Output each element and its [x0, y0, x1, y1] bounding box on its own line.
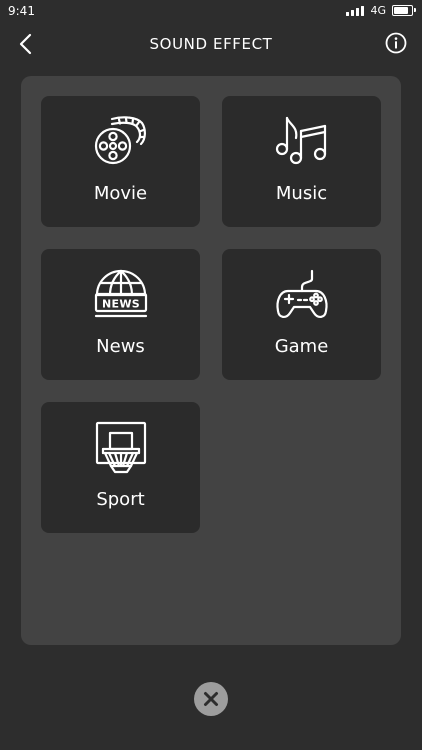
effect-tile-news[interactable]: NEWS News	[41, 249, 200, 380]
effect-tile-music[interactable]: Music	[222, 96, 381, 227]
page-title: SOUND EFFECT	[149, 35, 273, 53]
network-label: 4G	[370, 4, 386, 17]
sound-effect-panel: Movie Music NEWS News Game Sport	[21, 76, 401, 645]
screen: 9:41 4G SOUND EFFECT Movie Music NEWS Ne…	[0, 0, 422, 750]
gamepad-icon	[274, 267, 330, 323]
effect-label-sport: Sport	[96, 489, 145, 510]
film-reel-icon	[93, 114, 149, 170]
status-bar: 9:41 4G	[0, 0, 422, 22]
status-time: 9:41	[8, 4, 35, 18]
info-button[interactable]	[384, 31, 408, 55]
signal-icon	[346, 5, 365, 16]
effect-label-game: Game	[274, 336, 329, 357]
effect-label-news: News	[96, 336, 145, 357]
effect-tile-sport[interactable]: Sport	[41, 402, 200, 533]
info-circle-icon	[385, 32, 407, 54]
battery-level	[394, 7, 408, 14]
effect-tile-game[interactable]: Game	[222, 249, 381, 380]
close-icon	[204, 692, 218, 706]
effect-label-movie: Movie	[93, 183, 148, 204]
close-button[interactable]	[194, 682, 228, 716]
svg-text:NEWS: NEWS	[102, 298, 140, 311]
battery-icon	[392, 5, 416, 16]
music-notes-icon	[274, 114, 330, 170]
header: SOUND EFFECT	[0, 25, 422, 63]
effect-tile-movie[interactable]: Movie	[41, 96, 200, 227]
effect-label-music: Music	[275, 183, 328, 204]
status-indicators: 4G	[346, 4, 416, 17]
news-globe-icon: NEWS	[93, 267, 149, 323]
basketball-hoop-icon	[93, 420, 149, 476]
